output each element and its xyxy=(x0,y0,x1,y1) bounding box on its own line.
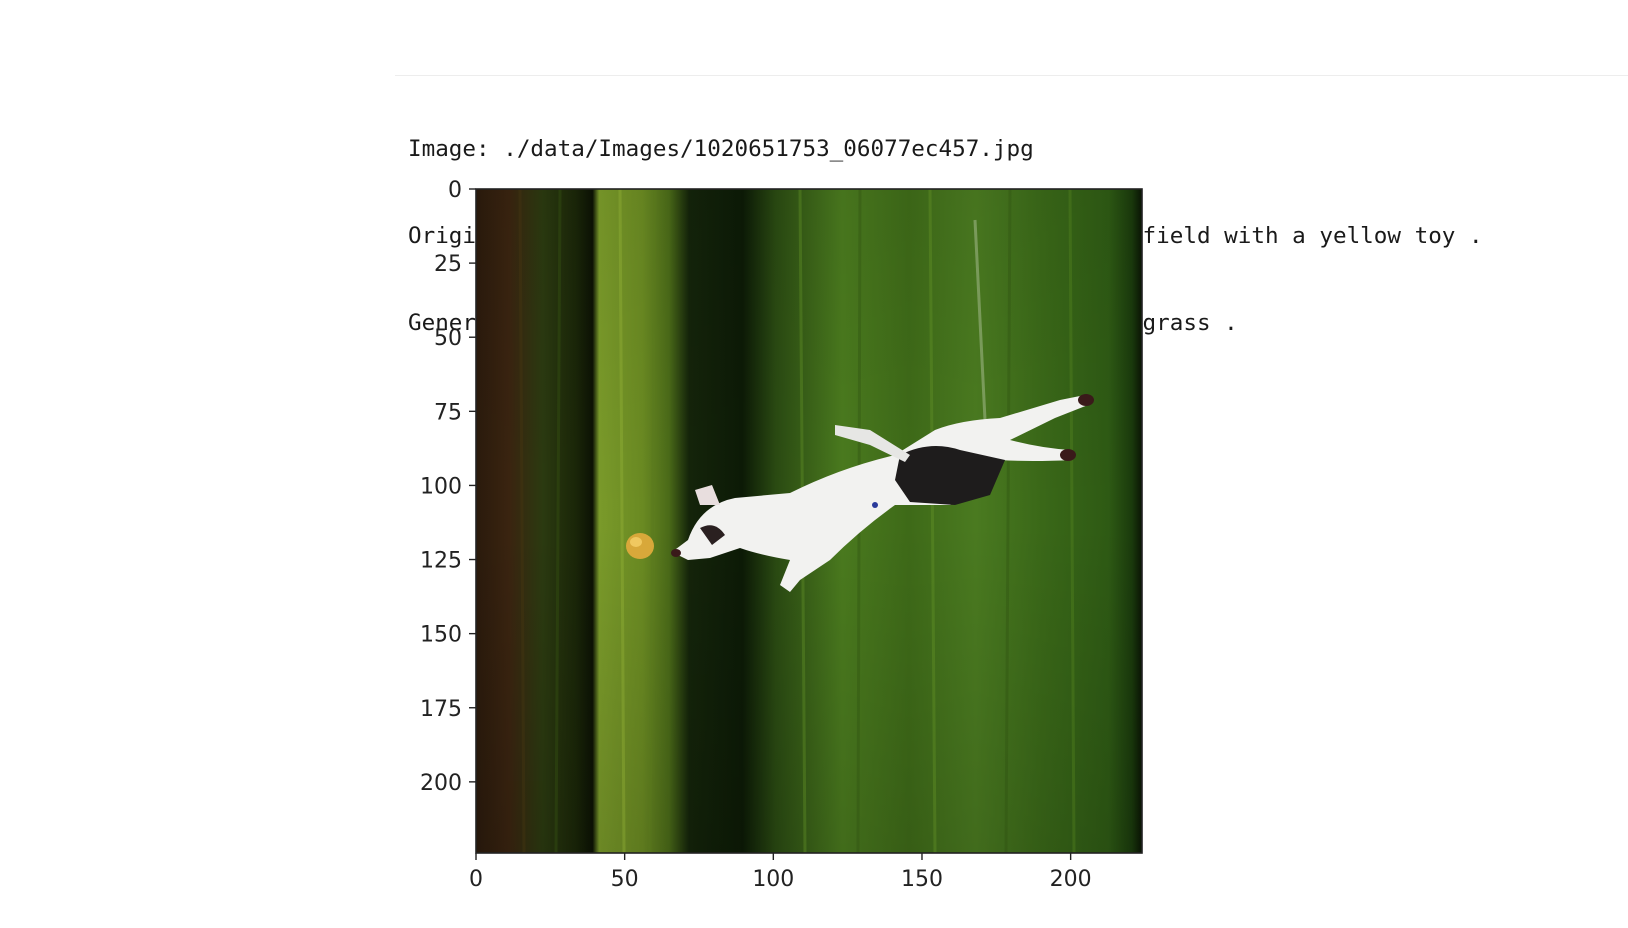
y-tick-label: 175 xyxy=(420,697,462,722)
y-tick-label: 75 xyxy=(434,400,462,425)
y-tick-label: 125 xyxy=(420,549,462,574)
x-tick-label: 150 xyxy=(901,867,943,892)
y-tick-label: 150 xyxy=(420,623,462,648)
x-axis: 0 50 100 150 200 xyxy=(469,853,1092,892)
y-tick-label: 0 xyxy=(448,178,462,203)
notebook-output-page: Image: ./data/Images/1020651753_06077ec4… xyxy=(0,0,1628,928)
y-tick-label: 200 xyxy=(420,771,462,796)
y-axis: 0 25 50 75 100 125 150 175 200 xyxy=(420,178,476,796)
y-tick-label: 50 xyxy=(434,326,462,351)
x-tick-label: 200 xyxy=(1050,867,1092,892)
photo-image xyxy=(476,189,1142,853)
x-tick-label: 100 xyxy=(752,867,794,892)
yellow-toy xyxy=(626,533,654,559)
y-tick-label: 100 xyxy=(420,474,462,499)
x-tick-label: 50 xyxy=(611,867,639,892)
image-plot: 0 25 50 75 100 125 150 175 200 0 50 100 150 200 xyxy=(420,178,1143,892)
y-tick-label: 25 xyxy=(434,252,462,277)
x-tick-label: 0 xyxy=(469,867,483,892)
